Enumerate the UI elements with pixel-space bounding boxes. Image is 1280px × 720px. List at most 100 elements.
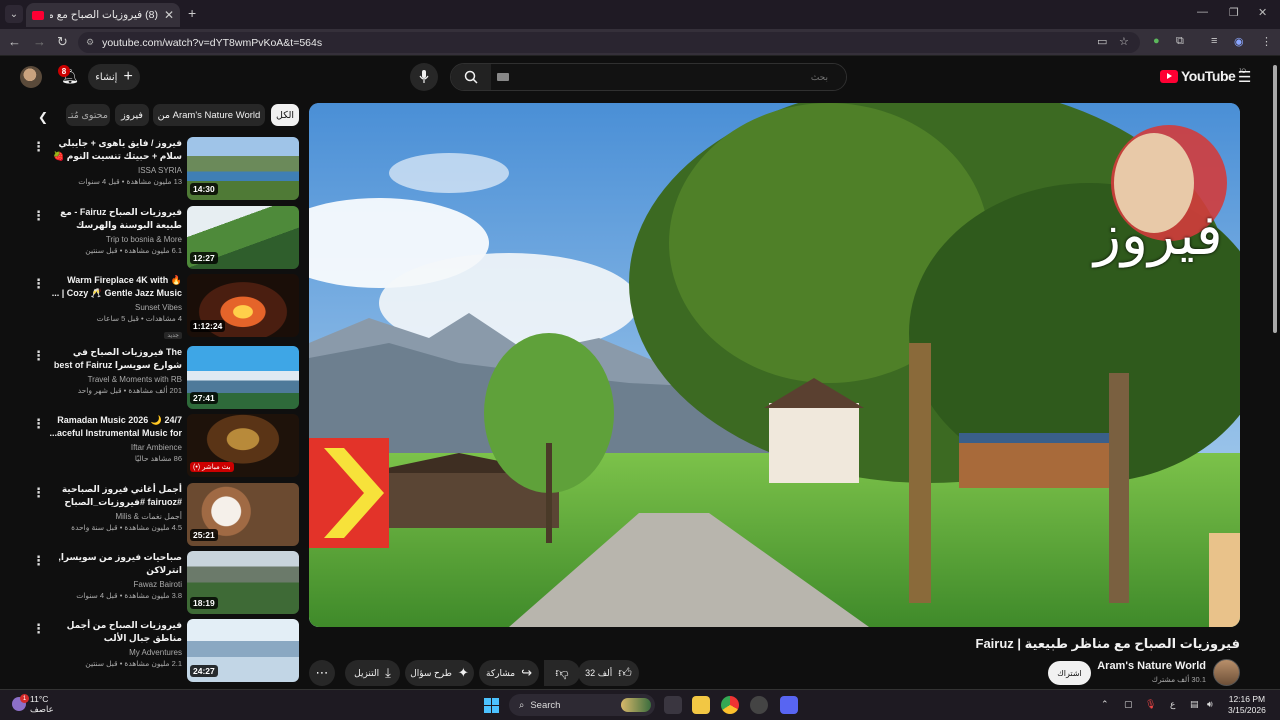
language-indicator[interactable]: ع [1170, 699, 1175, 710]
system-clock[interactable]: 12:16 PM 3/15/2026 [1228, 694, 1266, 716]
extensions-puzzle-icon[interactable]: ⧉ [1176, 35, 1184, 48]
ask-button[interactable]: طرح سؤال ✦ [405, 660, 474, 686]
recommendation-title[interactable]: فيروز / فايق ياهوى + جايبلي سلام + حبيتك… [46, 137, 182, 163]
more-actions-icon[interactable]: ⋮ [32, 621, 45, 637]
recommendation-item[interactable]: ⋮ Ramadan Music 2026 🌙 24/7 ...aceful In… [30, 414, 300, 477]
back-icon[interactable]: ← [8, 34, 21, 49]
chip-fairuz[interactable]: فيروز [115, 104, 149, 126]
chrome-icon[interactable] [721, 696, 739, 714]
browser-tab[interactable]: (8) فيروزيات الصباح مع مناظر طبيعية ✕ [26, 3, 180, 27]
scrollbar-thumb[interactable] [1273, 65, 1277, 333]
dislike-button[interactable]: 👎︎ [544, 660, 580, 686]
tab-search-button[interactable]: ⌄ [5, 5, 23, 23]
clock-date: 3/15/2026 [1228, 705, 1266, 715]
more-actions-button[interactable]: ⋯ [309, 660, 335, 686]
recommendation-channel[interactable]: Sunset Vibes [46, 302, 182, 313]
discord-icon[interactable] [780, 696, 798, 714]
thumbs-down-icon: 👎︎ [555, 665, 569, 680]
recommendation-channel[interactable]: ISSA SYRIA [46, 165, 182, 176]
share-label: مشاركة [486, 667, 516, 678]
more-actions-icon[interactable]: ⋮ [32, 416, 45, 432]
chip-all[interactable]: الكل [271, 104, 299, 126]
recommendation-channel[interactable]: My Adventures [46, 647, 182, 658]
site-info-icon[interactable]: ⚙ [86, 37, 94, 48]
new-tab-button[interactable]: + [188, 5, 196, 21]
recommendation-item[interactable]: ⋮ أجمل أغاني فيروز الصباحية #fairuoz #في… [30, 483, 300, 546]
tray-app-icon[interactable]: ▢ [1124, 699, 1133, 710]
volume-icon[interactable]: 🔊︎ [1207, 699, 1213, 710]
channel-owner: Aram's Nature World 30.1 ألف مشترك اشترا… [1048, 659, 1240, 687]
video-frame [309, 103, 1240, 627]
taskbar-search[interactable]: ⌕ Search [509, 694, 655, 716]
more-actions-icon[interactable]: ⋮ [32, 485, 45, 501]
close-tab-icon[interactable]: ✕ [164, 8, 174, 22]
share-button[interactable]: مشاركة ↪ [479, 660, 539, 686]
recommendation-item[interactable]: ⋮ صباحيات فيروز من سويسرا, انترلاكن Fawa… [30, 551, 300, 614]
forward-icon[interactable]: → [33, 34, 46, 49]
recommendation-channel[interactable]: Fawaz Bairoti [46, 579, 182, 590]
recommendation-title[interactable]: Warm Fireplace 4K with 🔥 Cozy 🥂 Gentle J… [46, 274, 182, 300]
chip-more[interactable]: محتوى مُتـ [66, 104, 110, 126]
task-view-icon[interactable] [664, 696, 682, 714]
recommendation-meta: فيروزيات الصباح من أجمل مناطق جبال الألب… [46, 619, 182, 669]
recommendation-title[interactable]: فيروزيات الصباح Fairuz - مع طبيعة البوسن… [46, 206, 182, 232]
reading-list-icon[interactable]: ≡ [1211, 35, 1217, 47]
close-window-icon[interactable]: ✕ [1258, 6, 1267, 19]
page-scrollbar[interactable] [1270, 57, 1280, 689]
account-avatar[interactable] [20, 66, 42, 88]
recommendation-title[interactable]: صباحيات فيروز من سويسرا, انترلاكن [46, 551, 182, 577]
address-bar[interactable]: ⚙ youtube.com/watch?v=dYT8wmPvKoA&t=564s [78, 32, 1140, 53]
app-icon[interactable] [750, 696, 768, 714]
recommendation-item[interactable]: ⋮ فيروزيات الصباح من أجمل مناطق جبال الأ… [30, 619, 300, 682]
recommendation-item[interactable]: ⋮ فيروز / فايق ياهوى + جايبلي سلام + حبي… [30, 137, 300, 200]
profile-icon[interactable]: ◉ [1234, 35, 1244, 48]
file-explorer-icon[interactable] [692, 696, 710, 714]
network-icon[interactable]: ▤ [1190, 699, 1199, 710]
cast-icon[interactable]: ▭ [1097, 35, 1107, 48]
recommendation-title[interactable]: The فيروزيات الصباح في شوارع سويسرا best… [46, 346, 182, 372]
video-player[interactable]: فيروز [309, 103, 1240, 627]
more-actions-icon[interactable]: ⋮ [32, 208, 45, 224]
extension-shield-icon[interactable]: ● [1153, 35, 1160, 47]
tray-overflow-icon[interactable]: ⌃ [1101, 699, 1109, 710]
search-icon: ⌕ [519, 699, 525, 711]
guide-menu-icon[interactable]: ☰ [1238, 68, 1251, 86]
recommendation-title[interactable]: Ramadan Music 2026 🌙 24/7 ...aceful Inst… [46, 414, 182, 440]
search-input[interactable] [491, 64, 846, 90]
recommendation-channel[interactable]: Travel & Moments with RB [46, 374, 182, 385]
channel-name[interactable]: Aram's Nature World [1097, 660, 1206, 672]
create-button[interactable]: إنشاء + [88, 64, 140, 90]
channel-avatar[interactable] [1213, 659, 1240, 686]
voice-search-icon[interactable] [410, 63, 438, 91]
weather-widget[interactable]: 1 11°C عاصف [12, 694, 54, 714]
bookmark-star-icon[interactable]: ☆ [1119, 35, 1129, 48]
recommendation-title[interactable]: أجمل أغاني فيروز الصباحية #fairuoz #فيرو… [46, 483, 182, 509]
reload-icon[interactable]: ↻ [57, 34, 68, 50]
minimize-icon[interactable]: — [1197, 6, 1208, 18]
more-actions-icon[interactable]: ⋮ [32, 348, 45, 364]
chip-from-channel[interactable]: من Aram's Nature World [153, 104, 265, 126]
recommendation-title[interactable]: فيروزيات الصباح من أجمل مناطق جبال الألب [46, 619, 182, 645]
windows-start-icon[interactable] [484, 698, 499, 713]
new-badge: جديد [164, 332, 182, 339]
restore-icon[interactable]: ❐ [1229, 6, 1239, 19]
download-button[interactable]: التنزيل ⤓ [345, 660, 400, 686]
chips-prev-chevron-icon[interactable]: ❮ [38, 110, 48, 124]
like-button[interactable]: 32 ألف 👍︎ [578, 660, 639, 686]
recommendation-channel[interactable]: Iftar Ambience [46, 442, 182, 453]
more-actions-icon[interactable]: ⋮ [32, 553, 45, 569]
youtube-logo[interactable]: YouTube JO [1160, 68, 1246, 84]
recommendation-item[interactable]: ⋮ The فيروزيات الصباح في شوارع سويسرا be… [30, 346, 300, 409]
keyboard-icon[interactable] [497, 73, 509, 81]
search-icon [464, 70, 478, 84]
recommendation-item[interactable]: ⋮ Warm Fireplace 4K with 🔥 Cozy 🥂 Gentle… [30, 274, 300, 339]
browser-menu-icon[interactable]: ⋮ [1261, 35, 1272, 48]
mic-muted-icon[interactable]: 🎙︎ [1145, 699, 1156, 710]
subscribe-button[interactable]: اشتراك [1048, 661, 1091, 685]
recommendation-channel[interactable]: أجمل نغمات & Milis [46, 511, 182, 522]
search-button[interactable] [451, 64, 491, 90]
recommendation-item[interactable]: ⋮ فيروزيات الصباح Fairuz - مع طبيعة البو… [30, 206, 300, 269]
more-actions-icon[interactable]: ⋮ [32, 139, 45, 155]
more-actions-icon[interactable]: ⋮ [32, 276, 45, 292]
recommendation-channel[interactable]: Trip to bosnia & More [46, 234, 182, 245]
